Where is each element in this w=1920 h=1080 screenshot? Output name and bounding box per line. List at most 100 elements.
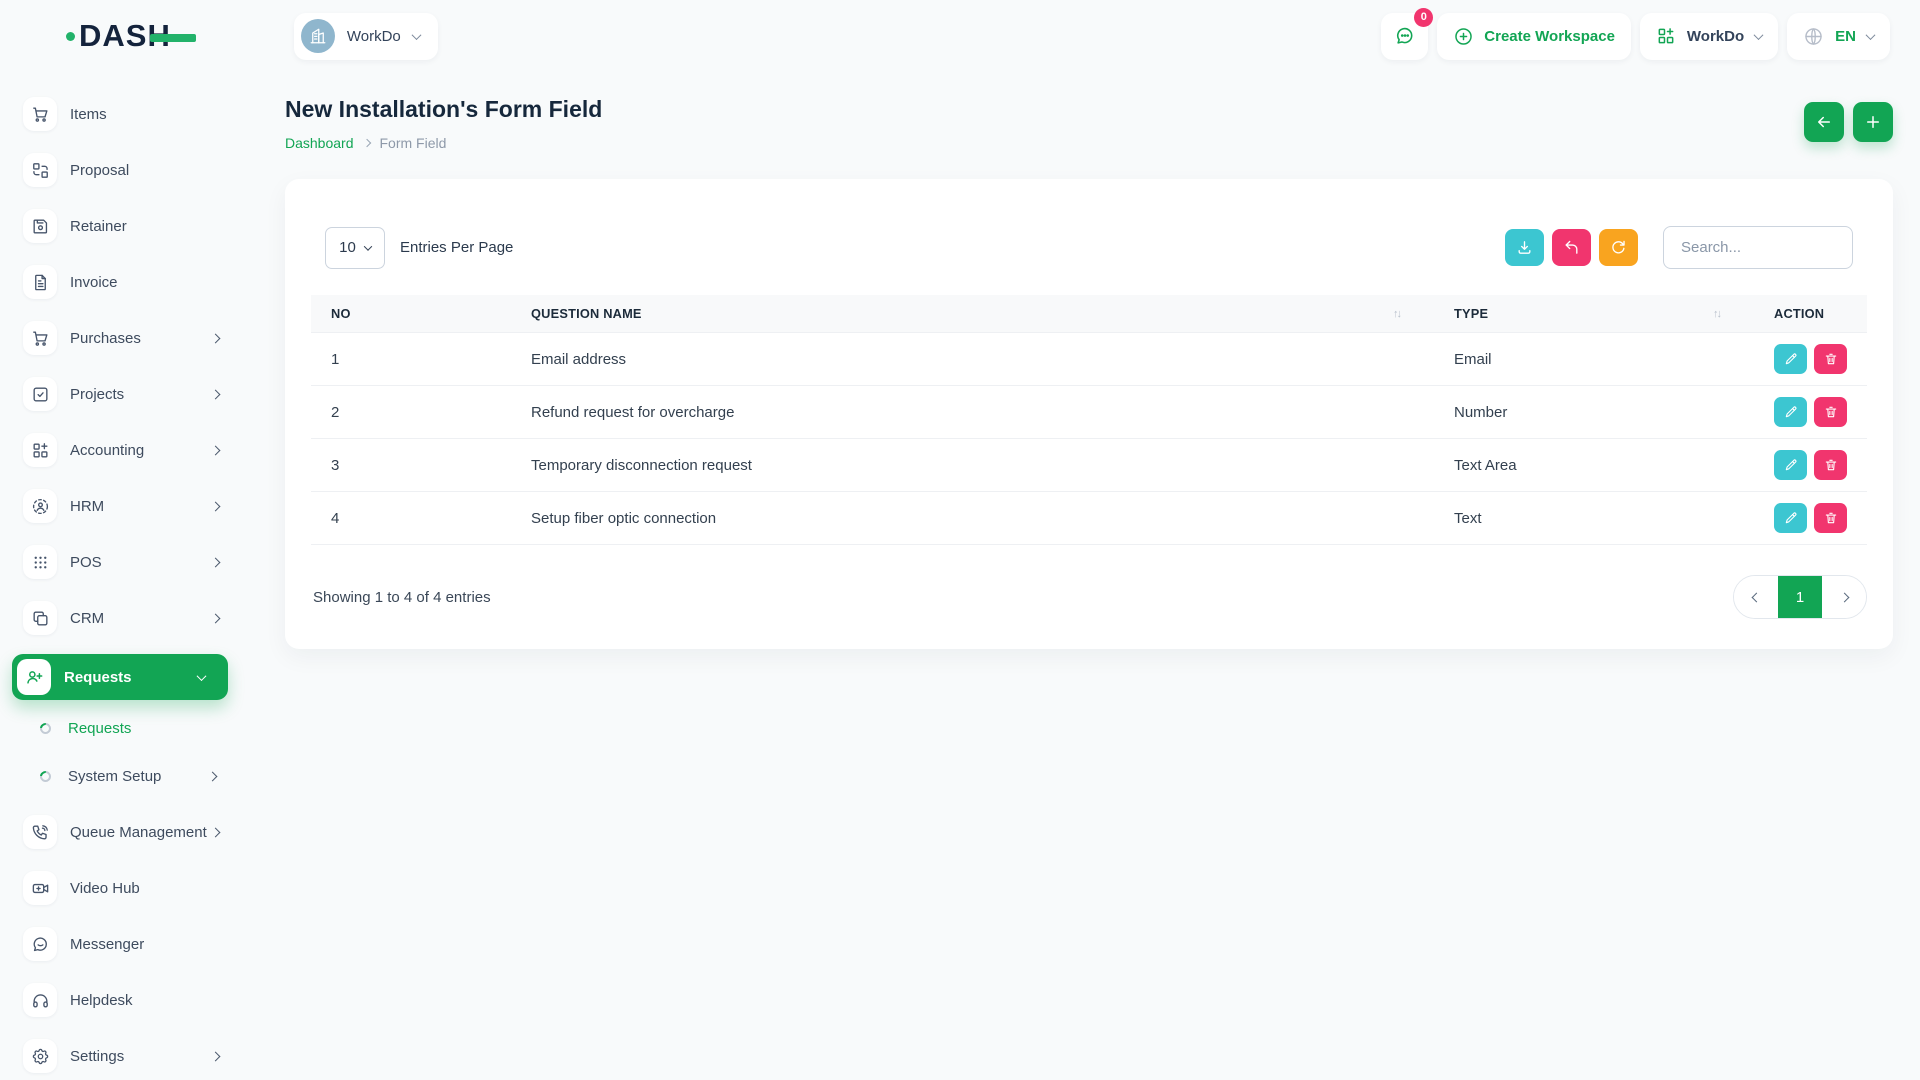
topbar: DASH WorkDo 0 Create Workspace [0,0,1920,72]
cell-no: 3 [311,439,511,492]
app-menu-button[interactable]: WorkDo [1640,13,1778,60]
trash-icon [1824,511,1838,525]
sidebar-item-invoice[interactable]: Invoice [12,262,228,302]
sidebar-item-settings[interactable]: Settings [12,1036,228,1076]
cell-question: Email address [511,333,1434,386]
form-fields-card: 10 Entries Per Page [285,179,1893,649]
message-bubble-icon [23,927,57,961]
cell-no: 2 [311,386,511,439]
chevron-right-icon [211,501,221,511]
edit-button[interactable] [1774,344,1807,374]
toolbar-actions [1505,226,1853,269]
header-type[interactable]: TYPE ↑↓ [1434,295,1754,333]
table-row: 3 Temporary disconnection request Text A… [311,439,1867,492]
undo-button[interactable] [1552,229,1591,266]
cell-type: Number [1434,386,1754,439]
export-button[interactable] [1505,229,1544,266]
chevron-left-icon [1751,592,1761,602]
trash-icon [1824,352,1838,366]
messages-badge: 0 [1414,8,1433,27]
pagination: 1 [1733,575,1867,619]
sidebar-item-purchases[interactable]: Purchases [12,318,228,358]
grid-plus-icon [1656,26,1676,46]
sidebar-item-retainer[interactable]: Retainer [12,206,228,246]
cell-no: 1 [311,333,511,386]
language-selector[interactable]: EN [1787,13,1890,60]
pencil-icon [1784,352,1798,366]
sidebar-item-video-hub[interactable]: Video Hub [12,868,228,908]
create-workspace-button[interactable]: Create Workspace [1437,13,1631,60]
cell-type: Text Area [1434,439,1754,492]
user-circle-icon [23,489,57,523]
globe-icon [1803,26,1824,47]
chevron-right-icon [211,1051,221,1061]
next-page-button[interactable] [1822,576,1866,618]
edit-button[interactable] [1774,450,1807,480]
table-row: 2 Refund request for overcharge Number [311,386,1867,439]
chevron-down-icon [1866,30,1876,40]
entries-per-page-label: Entries Per Page [400,239,513,256]
header-question-name[interactable]: QUESTION NAME ↑↓ [511,295,1434,333]
copy-squares-icon [23,601,57,635]
circle-bullet-icon [38,768,53,783]
chevron-right-icon [211,389,221,399]
sidebar-item-proposal[interactable]: Proposal [12,150,228,190]
cell-question: Setup fiber optic connection [511,492,1434,545]
proposal-icon [23,153,57,187]
chevron-right-icon [211,557,221,567]
sidebar-item-helpdesk[interactable]: Helpdesk [12,980,228,1020]
sidebar-subitem-system-setup[interactable]: System Setup [12,764,228,788]
cart-icon [23,321,57,355]
breadcrumb-dashboard-link[interactable]: Dashboard [285,135,354,151]
refresh-button[interactable] [1599,229,1638,266]
pencil-icon [1784,405,1798,419]
breadcrumb-current: Form Field [380,135,447,151]
sidebar-subitem-requests[interactable]: Requests [12,716,228,740]
sidebar-item-items[interactable]: Items [12,94,228,134]
edit-button[interactable] [1774,397,1807,427]
edit-button[interactable] [1774,503,1807,533]
search-input[interactable] [1663,226,1853,269]
delete-button[interactable] [1814,344,1847,374]
main-content: New Installation's Form Field Dashboard … [240,72,1920,1080]
current-page[interactable]: 1 [1778,576,1822,618]
delete-button[interactable] [1814,397,1847,427]
entries-summary: Showing 1 to 4 of 4 entries [313,589,491,606]
chevron-right-icon [208,771,218,781]
square-check-icon [23,377,57,411]
sidebar-item-messenger[interactable]: Messenger [12,924,228,964]
sidebar-item-crm[interactable]: CRM [12,598,228,638]
delete-button[interactable] [1814,450,1847,480]
cell-no: 4 [311,492,511,545]
sidebar-item-projects[interactable]: Projects [12,374,228,414]
table-header-row: NO QUESTION NAME ↑↓ TYPE ↑↓ [311,295,1867,333]
sidebar-item-pos[interactable]: POS [12,542,228,582]
plus-icon [1864,113,1882,131]
sidebar-item-queue-management[interactable]: Queue Management [12,812,228,852]
trash-icon [1824,458,1838,472]
trash-icon [1824,405,1838,419]
add-form-field-button[interactable] [1853,102,1893,142]
sidebar-item-hrm[interactable]: HRM [12,486,228,526]
workspace-name: WorkDo [347,28,401,45]
entries-per-page-select[interactable]: 10 [325,227,385,269]
table-footer: Showing 1 to 4 of 4 entries 1 [311,575,1867,619]
delete-button[interactable] [1814,503,1847,533]
app-menu-label: WorkDo [1687,28,1744,45]
chevron-right-icon [211,333,221,343]
header-no[interactable]: NO [311,295,511,333]
back-button[interactable] [1804,102,1844,142]
invoice-icon [23,265,57,299]
sidebar-item-accounting[interactable]: Accounting [12,430,228,470]
chevron-down-icon [364,242,372,250]
table-row: 4 Setup fiber optic connection Text [311,492,1867,545]
phone-call-icon [23,815,57,849]
prev-page-button[interactable] [1734,576,1778,618]
sort-icon[interactable]: ↑↓ [1713,308,1734,320]
chat-icon [1394,25,1416,47]
cell-type: Email [1434,333,1754,386]
sidebar-item-requests[interactable]: Requests [12,654,228,700]
workspace-switcher[interactable]: WorkDo [294,13,438,60]
messages-button[interactable]: 0 [1381,13,1428,60]
sort-icon[interactable]: ↑↓ [1393,308,1414,320]
